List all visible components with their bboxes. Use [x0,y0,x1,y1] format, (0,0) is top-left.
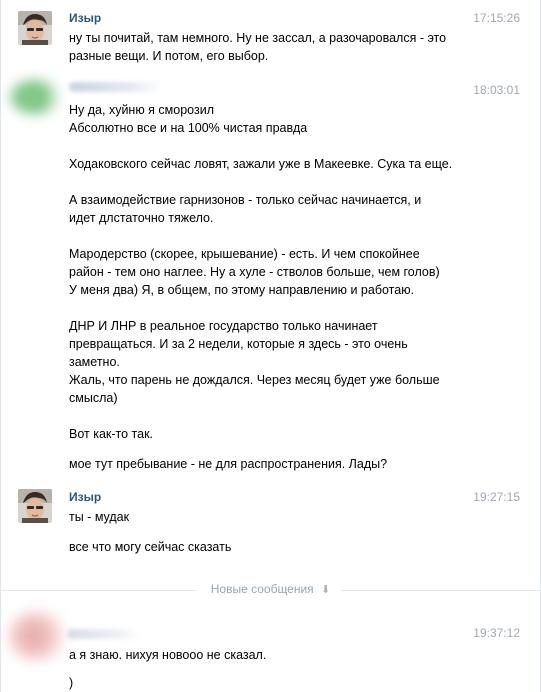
avatar-photo [18,11,52,45]
timestamp[interactable]: 19:27:15 [473,490,520,504]
message-text: район - тем оно наглее. Ну а хуле - ство… [69,265,440,279]
message-text: Ну да, хуйню я сморозил [69,103,214,117]
new-messages-divider: Новые сообщения ⬇ [1,581,540,599]
avatar-redacted[interactable] [9,80,65,114]
message-text: Жаль, что парень не дождался. Через меся… [69,373,440,387]
message-text: ты - мудак [69,510,130,524]
sender-name-redacted[interactable] [69,82,161,92]
avatar[interactable] [18,489,52,523]
sender-name-redacted[interactable] [67,629,141,639]
message-text: ну ты почитай, там немного. Ну не зассал… [69,31,447,45]
message-text: разные вещи. И потом, его выбор. [69,49,269,63]
message: Изыр 17:15:26 ну ты почитай, там немного… [1,0,540,74]
message: 18:03:01 Ну да, хуйню я сморозил Абсолют… [1,74,540,486]
sender-name[interactable]: Изыр [69,11,101,25]
message-text: заметно. [69,355,120,369]
divider-label: Новые сообщения [210,582,314,596]
timestamp[interactable]: 19:37:12 [473,626,520,640]
timestamp[interactable]: 17:15:26 [473,11,520,25]
avatar-redacted[interactable] [7,611,67,661]
message-text: смысла) [69,391,118,405]
message-text: все что могу сейчас сказать [69,540,232,554]
sender-name[interactable]: Изыр [69,490,101,504]
avatar-photo [18,489,52,523]
message-text: Абсолютно все и на 100% чистая правда [69,121,308,135]
message-history: Изыр 17:15:26 ну ты почитай, там немного… [0,0,541,692]
message-text: ДНР И ЛНР в реальное государство только … [69,319,378,333]
arrow-down-icon: ⬇ [321,584,331,596]
message: 19:37:12 а я знаю. нихуя новооо не сказа… [1,605,540,692]
message-text: ) [69,676,74,690]
message-text: Мародерство (скорее, крышевание) - есть.… [69,247,420,261]
message-text: идет длстаточно тяжело. [69,211,214,225]
message: Изыр 19:27:15 ты - мудак все что могу се… [1,486,540,566]
message-text: Ходаковского сейчас ловят, зажали уже в … [69,157,453,171]
message-text: У меня два) Я, в общем, по этому направл… [69,283,415,297]
divider-label-wrap: Новые сообщения ⬇ [1,582,540,596]
message-text: А взаимодействие гарнизонов - только сей… [69,193,422,207]
message-text: превращаться. И за 2 недели, которые я з… [69,337,408,351]
message-text: Вот как-то так. [69,427,154,441]
message-text: а я знаю. нихуя новооо не сказал. [69,648,267,662]
timestamp[interactable]: 18:03:01 [473,83,520,97]
message-text: мое тут пребывание - не для распростране… [69,457,388,471]
avatar[interactable] [18,11,52,45]
